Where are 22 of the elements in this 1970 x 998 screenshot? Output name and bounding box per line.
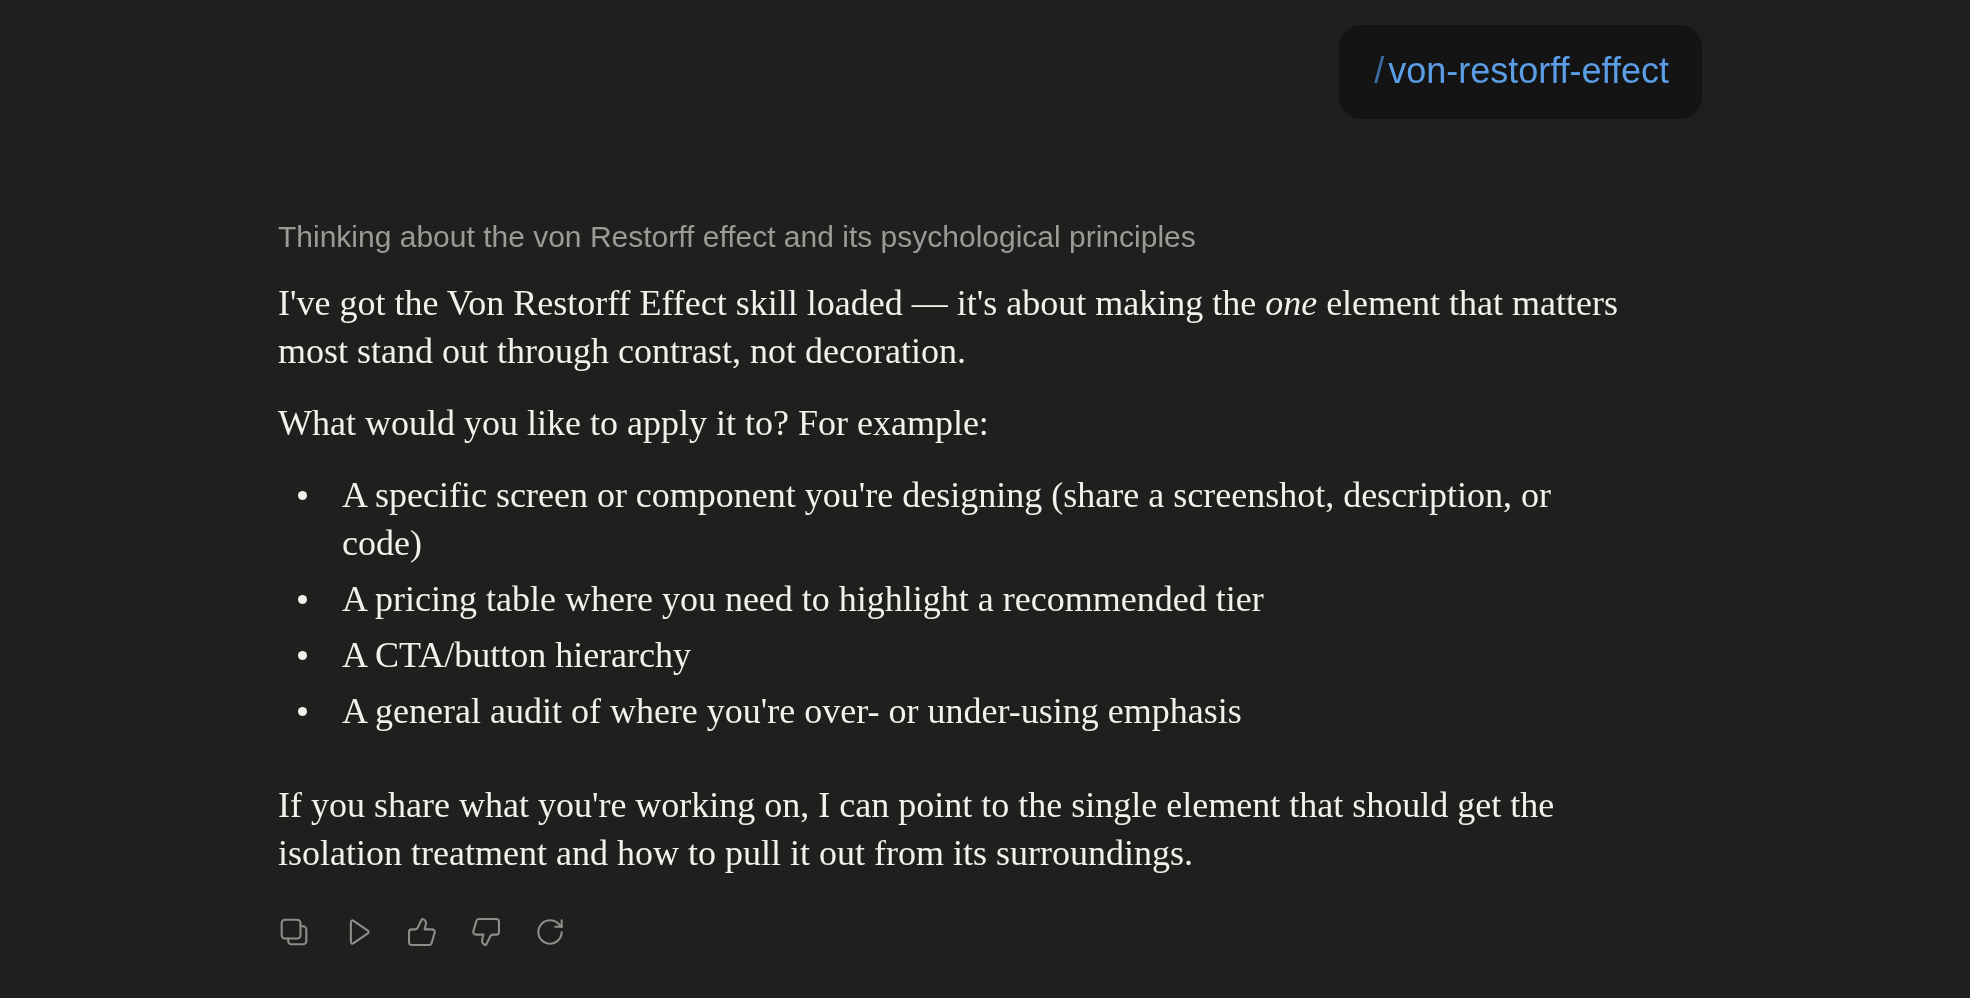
response-paragraph: I've got the Von Restorff Effect skill loaded — it's about making the one element that matters most stand out through contrast, not decoration. <box>278 282 1620 373</box>
copy-icon <box>280 918 308 946</box>
command-slash: / <box>1374 50 1385 91</box>
bullet-icon <box>298 706 307 716</box>
copy-button[interactable] <box>280 918 308 946</box>
command-name: von-restorff-effect <box>1388 50 1669 91</box>
response-paragraph: If you share what you're working on, I can point to the single element that should get the isolation treatment and how to pull it out from its surroundings. <box>278 784 1556 875</box>
thumbs-up-icon <box>408 918 436 946</box>
thinking-summary[interactable]: Thinking about the von Restorff effect and its psychological principles <box>278 220 1196 253</box>
bullet-icon <box>298 594 307 604</box>
bullet-icon <box>298 650 307 660</box>
bullet-icon <box>298 490 307 500</box>
list-item-text: A general audit of where you're over- or under-using emphasis <box>342 690 1242 733</box>
thumbs-down-icon <box>472 918 500 946</box>
thumbs-up-button[interactable] <box>408 918 436 946</box>
retry-icon <box>536 918 564 946</box>
thumbs-down-button[interactable] <box>472 918 500 946</box>
list-item-text: A pricing table where you need to highlight a recommended tier <box>342 578 1264 621</box>
list-item-text: A specific screen or component you're designing (share a screenshot, description, or code) <box>342 474 1553 565</box>
response-paragraph: What would you like to apply it to? For example: <box>278 402 990 445</box>
retry-button[interactable] <box>536 918 564 946</box>
list-item-text: A CTA/button hierarchy <box>342 634 692 677</box>
